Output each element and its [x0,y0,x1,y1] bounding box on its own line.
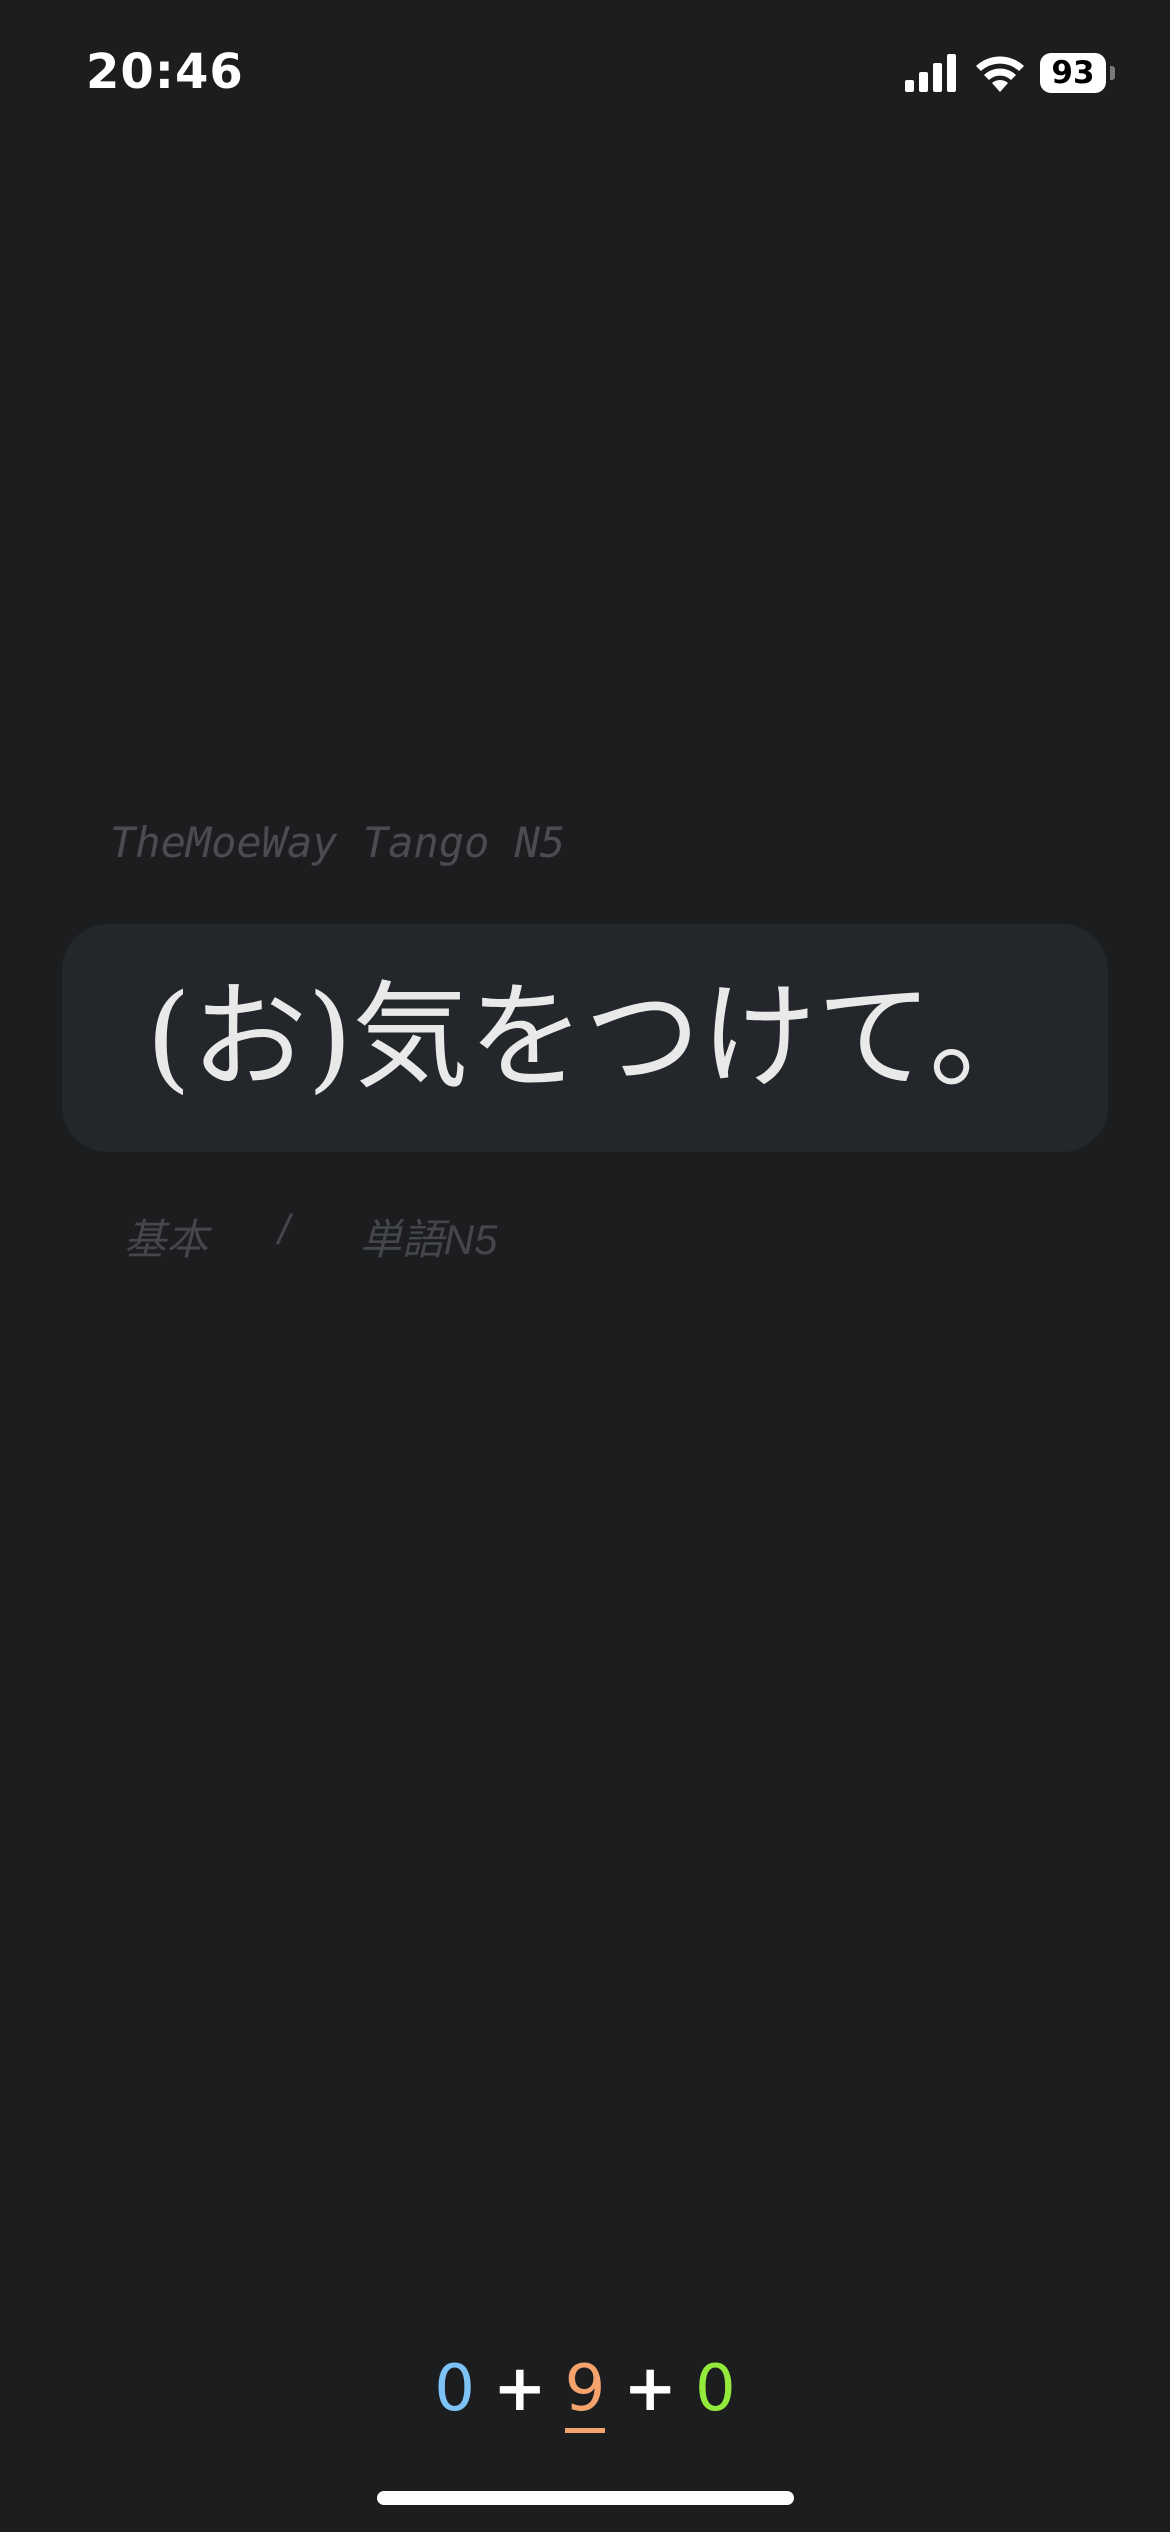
card-front-text: (お)気をつけて。 [146,970,1046,1105]
battery-icon: 93 [1040,53,1116,93]
home-indicator[interactable] [377,2491,794,2505]
tag-basic: 基本 [124,1216,209,1263]
flashcard-front[interactable]: (お)気をつけて。 [62,924,1108,1152]
deck-title: TheMoeWay Tango N5 [110,818,566,867]
new-count: 0 [434,2352,476,2426]
status-bar: 20:46 93 [0,0,1170,150]
status-time: 20:46 [86,44,244,100]
tag-vocab-n5: 単語N5 [359,1216,498,1263]
review-count: 0 [694,2352,736,2426]
signal-icon [905,54,956,92]
card-tags: 基本 / 単語N5 [124,1206,497,1263]
battery-cap [1110,66,1115,80]
battery-level: 93 [1051,55,1095,91]
learning-count: 9 [564,2352,606,2433]
wifi-icon [976,56,1024,92]
review-counter: 0 +9 +0 [0,2352,1170,2433]
plus-sign: + [493,2352,547,2426]
tag-separator: / [278,1206,290,1253]
plus-sign: + [623,2352,677,2426]
